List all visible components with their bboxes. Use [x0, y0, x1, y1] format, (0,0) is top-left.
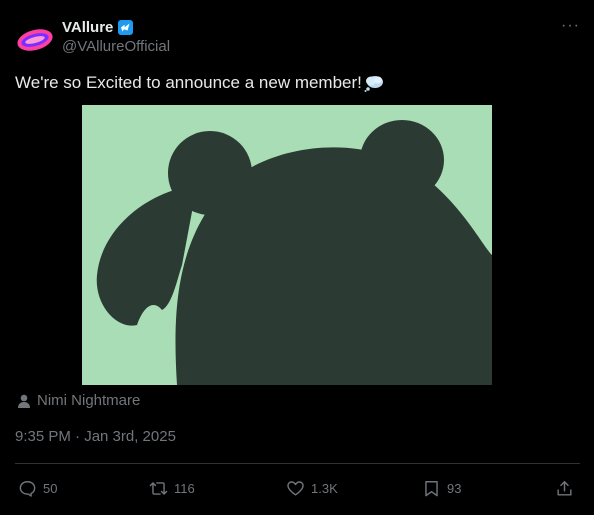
reply-count: 50: [43, 480, 58, 496]
bookmark-count: 93: [447, 480, 462, 496]
tweet-text: We're so Excited to announce a new membe…: [15, 73, 385, 93]
thought-balloon-icon: [363, 74, 385, 92]
bookmark-button[interactable]: 93: [422, 478, 461, 498]
like-count: 1.3K: [311, 480, 338, 496]
share-button[interactable]: [555, 478, 574, 498]
divider: [15, 463, 580, 464]
tweet-text-content: We're so Excited to announce a new membe…: [15, 73, 362, 92]
repost-count: 116: [174, 480, 195, 496]
verified-badge-icon: [117, 19, 134, 36]
reply-icon: [19, 480, 36, 497]
more-icon[interactable]: ···: [561, 18, 580, 34]
share-icon: [557, 480, 572, 496]
repost-icon: [149, 481, 168, 495]
author-name-row[interactable]: VAllure: [62, 17, 134, 37]
like-button[interactable]: 1.3K: [286, 478, 338, 498]
tagged-user[interactable]: Nimi Nightmare: [16, 392, 140, 409]
author-handle[interactable]: @VAllureOfficial: [62, 38, 170, 55]
tweet-timestamp[interactable]: 9:35 PM · Jan 3rd, 2025: [15, 428, 176, 445]
tagged-user-name[interactable]: Nimi Nightmare: [37, 392, 140, 409]
author-name[interactable]: VAllure: [62, 19, 113, 36]
avatar[interactable]: [15, 20, 55, 60]
bookmark-icon: [425, 480, 438, 496]
heart-icon: [287, 480, 304, 496]
repost-button[interactable]: 116: [149, 478, 195, 498]
person-icon: [16, 393, 32, 409]
tweet-media-image[interactable]: [82, 105, 492, 385]
reply-button[interactable]: 50: [18, 478, 57, 498]
